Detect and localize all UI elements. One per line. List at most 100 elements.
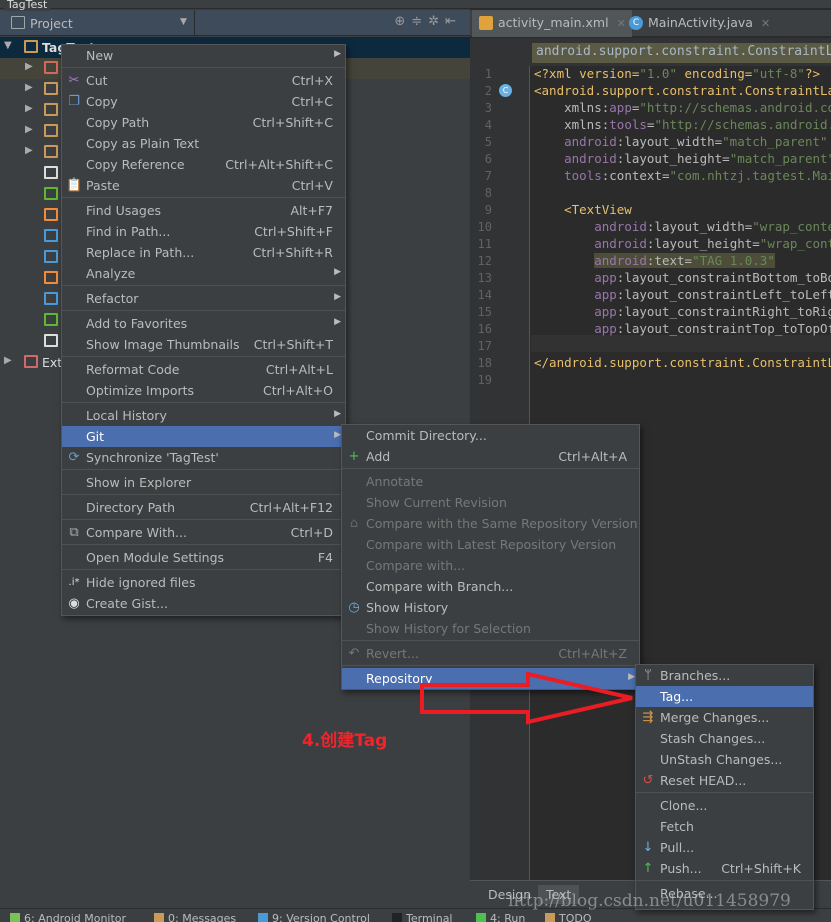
gradle-icon <box>44 313 58 326</box>
menu-item-show-history[interactable]: ◷ Show History <box>342 597 639 618</box>
menu-item-add-to-favorites[interactable]: Add to Favorites ▶ <box>62 313 345 334</box>
menu-item-copy-as-plain-text[interactable]: Copy as Plain Text <box>62 133 345 154</box>
menu-item-new[interactable]: New ▶ <box>62 45 345 66</box>
menu-item-label: Compare with Branch... <box>366 579 514 594</box>
collapse-all-icon[interactable]: ≑ <box>411 14 428 29</box>
annotation-label: 4.创建Tag <box>302 731 388 751</box>
scroll-from-source-icon[interactable]: ⊕ <box>394 14 411 29</box>
menu-item-directory-path[interactable]: Directory Path Ctrl+Alt+F12 <box>62 497 345 518</box>
menu-item-label: Add <box>366 449 391 464</box>
menu-item-label: Compare with... <box>366 558 466 573</box>
class-gutter-icon[interactable]: C <box>499 84 512 97</box>
menu-item-branches[interactable]: ᛘ Branches... <box>636 665 813 686</box>
breadcrumb[interactable]: android.support.constraint.ConstraintLay… <box>532 43 831 63</box>
menu-item-optimize-imports[interactable]: Optimize Imports Ctrl+Alt+O <box>62 380 345 401</box>
line-number: 6 <box>484 152 492 166</box>
tool-window-todo[interactable]: TODO <box>545 912 592 922</box>
collapse-arrow-icon[interactable]: ▶ <box>25 145 33 156</box>
gear-icon[interactable]: ✲ <box>428 14 445 29</box>
expand-arrow-icon[interactable]: ▼ <box>4 40 12 51</box>
menu-item-reset-head[interactable]: ↺ Reset HEAD... <box>636 770 813 791</box>
menu-item-label: Open Module Settings <box>86 550 225 565</box>
menu-item-create-gist[interactable]: ◉ Create Gist... <box>62 593 345 614</box>
code-token: :layout_constraintRight_toRightOf= <box>616 304 831 319</box>
menu-item-hide-ignored-files[interactable]: .i* Hide ignored files <box>62 572 345 593</box>
menu-item-add[interactable]: + Add Ctrl+Alt+A <box>342 446 639 467</box>
line-number: 17 <box>477 339 492 353</box>
close-icon[interactable]: ✕ <box>761 17 770 30</box>
menu-item-refactor[interactable]: Refactor ▶ <box>62 288 345 309</box>
module-folder-icon <box>24 40 38 53</box>
menu-item-compare-with-the-same-repository-version[interactable]: ⌂ Compare with the Same Repository Versio… <box>342 513 639 534</box>
menu-item-repository[interactable]: Repository ▶ <box>342 668 639 689</box>
menu-item-local-history[interactable]: Local History ▶ <box>62 405 345 426</box>
code-token: :layout_width= <box>616 134 723 149</box>
tab-mainactivity-java[interactable]: C MainActivity.java ✕ <box>622 10 776 37</box>
collapse-arrow-icon[interactable]: ▶ <box>25 82 33 93</box>
menu-item-compare-with[interactable]: Compare with... <box>342 555 639 576</box>
menu-item-label: Branches... <box>660 668 731 683</box>
menu-item-label: Optimize Imports <box>86 383 195 398</box>
collapse-arrow-icon[interactable]: ▶ <box>25 124 33 135</box>
menu-item-pull[interactable]: ↓ Pull... <box>636 837 813 858</box>
project-view-icon <box>11 16 25 29</box>
tool-window-6-android-monitor[interactable]: 6: Android Monitor <box>10 912 126 922</box>
menu-item-open-module-settings[interactable]: Open Module Settings F4 <box>62 547 345 568</box>
code-token: android <box>594 253 647 268</box>
menu-item-synchronize-tagtest[interactable]: ⟳ Synchronize 'TagTest' <box>62 447 345 468</box>
chevron-down-icon[interactable]: ▼ <box>180 17 187 27</box>
menu-item-label: Merge Changes... <box>660 710 770 725</box>
code-token: :layout_width= <box>646 219 753 234</box>
collapse-arrow-icon[interactable]: ▶ <box>25 61 33 72</box>
line-number: 4 <box>484 118 492 132</box>
menu-item-fetch[interactable]: Fetch <box>636 816 813 837</box>
menu-item-compare-with[interactable]: ⧉ Compare With... Ctrl+D <box>62 522 345 543</box>
menu-item-label: Copy Reference <box>86 157 185 172</box>
menu-item-unstash-changes[interactable]: UnStash Changes... <box>636 749 813 770</box>
tool-window-9-version-control[interactable]: 9: Version Control <box>258 912 370 922</box>
menu-item-revert[interactable]: ↶ Revert... Ctrl+Alt+Z <box>342 643 639 664</box>
menu-item-reformat-code[interactable]: Reformat Code Ctrl+Alt+L <box>62 359 345 380</box>
menu-item-show-current-revision[interactable]: Show Current Revision <box>342 492 639 513</box>
code-token: tools <box>609 117 647 132</box>
menu-item-clone[interactable]: Clone... <box>636 795 813 816</box>
menu-item-git[interactable]: Git ▶ <box>62 426 345 447</box>
menu-item-show-history-for-selection[interactable]: Show History for Selection <box>342 618 639 639</box>
menu-item-push[interactable]: ↑ Push... Ctrl+Shift+K <box>636 858 813 879</box>
menu-item-show-in-explorer[interactable]: Show in Explorer <box>62 472 345 493</box>
tab-activity-main-xml[interactable]: activity_main.xml ✕ <box>472 10 632 37</box>
menu-item-find-in-path[interactable]: Find in Path... Ctrl+Shift+F <box>62 221 345 242</box>
menu-item-label: Reformat Code <box>86 362 180 377</box>
collapse-arrow-icon[interactable]: ▶ <box>4 355 12 366</box>
tool-window-0-messages[interactable]: 0: Messages <box>154 912 236 922</box>
submenu-arrow-icon: ▶ <box>334 267 341 277</box>
menu-item-stash-changes[interactable]: Stash Changes... <box>636 728 813 749</box>
collapse-arrow-icon[interactable]: ▶ <box>25 103 33 114</box>
menu-item-label: Show Image Thumbnails <box>86 337 240 352</box>
menu-item-analyze[interactable]: Analyze ▶ <box>62 263 345 284</box>
menu-item-paste[interactable]: 📋 Paste Ctrl+V <box>62 175 345 196</box>
current-line-highlight <box>531 335 831 352</box>
tool-window-terminal[interactable]: Terminal <box>392 912 453 922</box>
menu-item-tag[interactable]: Tag... <box>636 686 813 707</box>
compare-icon: ⧉ <box>69 525 79 540</box>
menu-item-show-image-thumbnails[interactable]: Show Image Thumbnails Ctrl+Shift+T <box>62 334 345 355</box>
menu-item-copy-path[interactable]: Copy Path Ctrl+Shift+C <box>62 112 345 133</box>
menu-separator <box>62 402 345 403</box>
hide-panel-icon[interactable]: ⇤ <box>445 14 462 29</box>
menu-item-cut[interactable]: ✂ Cut Ctrl+X <box>62 70 345 91</box>
menu-item-annotate[interactable]: Annotate <box>342 471 639 492</box>
project-view-selector[interactable]: Project <box>30 16 73 31</box>
line-number: 14 <box>477 288 492 302</box>
menu-item-compare-with-branch[interactable]: Compare with Branch... <box>342 576 639 597</box>
menu-item-find-usages[interactable]: Find Usages Alt+F7 <box>62 200 345 221</box>
tool-window-4-run[interactable]: 4: Run <box>476 912 525 922</box>
menu-item-shortcut: Ctrl+Shift+F <box>254 224 333 239</box>
menu-item-replace-in-path[interactable]: Replace in Path... Ctrl+Shift+R <box>62 242 345 263</box>
menu-item-copy-reference[interactable]: Copy Reference Ctrl+Alt+Shift+C <box>62 154 345 175</box>
menu-item-commit-directory[interactable]: Commit Directory... <box>342 425 639 446</box>
menu-item-copy[interactable]: ❐ Copy Ctrl+C <box>62 91 345 112</box>
menu-item-compare-with-latest-repository-version[interactable]: Compare with Latest Repository Version <box>342 534 639 555</box>
menu-item-merge-changes[interactable]: ⇶ Merge Changes... <box>636 707 813 728</box>
